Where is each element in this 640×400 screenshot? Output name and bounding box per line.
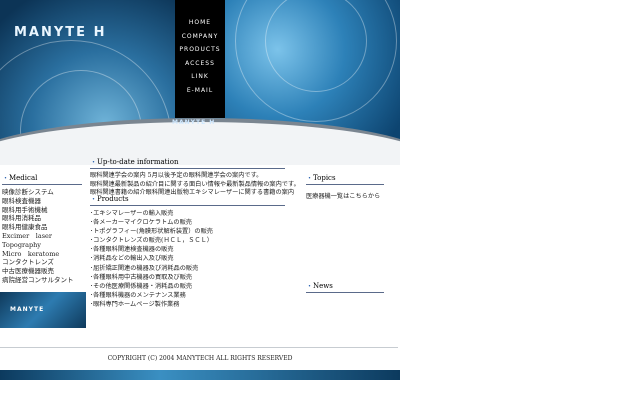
medical-item[interactable]: 中古医療機器販売 [2,267,82,276]
brand-logo[interactable]: MANYTE H [14,25,106,40]
copyright: COPYRIGHT (C) 2004 MANYTECH ALL RIGHTS R… [107,355,293,362]
product-item: ･各種眼科機器のメンテナンス業務 [90,291,186,299]
medical-item[interactable]: 眼科検査機器 [2,197,82,206]
product-item: ･眼科専門ホームページ製作業務 [90,300,180,308]
product-item: ･エキシマレーザーの輸入販売 [90,210,174,217]
product-item: ･トポグラフィー(角膜形状解析装置）の販売 [90,228,213,236]
news-section: ・News [306,281,384,293]
medical-item[interactable]: Topography [2,241,82,250]
product-item: ･各メーカーマイクロケラトムの販売 [90,219,192,227]
bullet-icon: ・ [90,158,97,166]
product-item: ･各種眼科用中古機器の買取及び販売 [90,273,193,281]
sidebar-logo-banner[interactable]: MANYTE [0,292,86,328]
nav-products[interactable]: PRODUCTS [179,43,220,57]
topics-section: ・Topics 医療器機一覧はこちらから [306,173,384,200]
update-line[interactable]: 眼科関連学会の案内 5月以後予定の眼科関連学会の案内です。 [90,172,300,181]
update-section: ・Up-to-date information 眼科関連学会の案内 5月以後予定… [90,157,300,198]
medical-item[interactable]: Excimer laser [2,232,82,241]
medical-heading: ・Medical [2,173,82,185]
news-heading: ・News [306,281,384,293]
product-item: ･コンタクトレンズの販売(ＨＣＬ，ＳＣＬ） [90,237,213,245]
product-item: ･その他医療関係機器・消耗品の販売 [90,282,193,290]
footer-bar [0,370,400,380]
nav-access[interactable]: ACCESS [185,57,215,71]
arc-logo: MANYTE H [172,119,216,126]
products-heading: ・Products [90,194,285,206]
equipment-list-link[interactable]: 医療器機一覧はこちらから [306,191,384,200]
footer-divider [0,347,398,348]
medical-item[interactable]: 眼科用消耗品 [2,214,82,223]
medical-item[interactable]: 病院経営コンサルタント [2,276,82,285]
news-title: News [313,282,333,290]
medical-menu: ・Medical 映像診断システム 眼科検査機器 眼科用手術機械 眼科用消耗品 … [2,173,82,285]
nav-email[interactable]: E-MAIL [187,84,213,98]
topics-heading: ・Topics [306,173,384,185]
product-item: ･消耗品などの輸出入及び販売 [90,255,174,263]
update-line[interactable]: 眼科関連最新製品の紹介目に関する面白い情報や最新製品情報の案内です。 [90,181,300,190]
bullet-icon: ・ [306,174,313,182]
nav-link[interactable]: LINK [191,70,209,84]
nav-home[interactable]: HOME [189,16,211,30]
bullet-icon: ・ [306,282,313,290]
product-item: ･各種眼科関連検査機器の販売 [90,246,174,254]
medical-item[interactable]: コンタクトレンズ [2,258,82,267]
nav-company[interactable]: COMPANY [182,30,219,44]
update-heading: ・Up-to-date information [90,157,285,169]
products-section: ・Products ･エキシマレーザーの輸入販売 ･各メーカーマイクロケラトムの… [90,194,300,309]
main-nav: HOME COMPANY PRODUCTS ACCESS LINK E-MAIL [175,0,225,118]
medical-title: Medical [9,174,38,182]
sidebar-logo-text: MANYTE [10,306,45,313]
product-item: ･屈折矯正関連の機器及び消耗品の販売 [90,264,199,272]
medical-item[interactable]: 映像診断システム [2,188,82,197]
update-title: Up-to-date information [97,158,179,166]
products-title: Products [97,195,129,203]
bullet-icon: ・ [2,174,9,182]
hero-banner: MANYTE H HOME COMPANY PRODUCTS ACCESS LI… [0,0,400,165]
topics-title: Topics [313,174,336,182]
bullet-icon: ・ [90,195,97,203]
medical-item[interactable]: 眼科用健康食品 [2,223,82,232]
